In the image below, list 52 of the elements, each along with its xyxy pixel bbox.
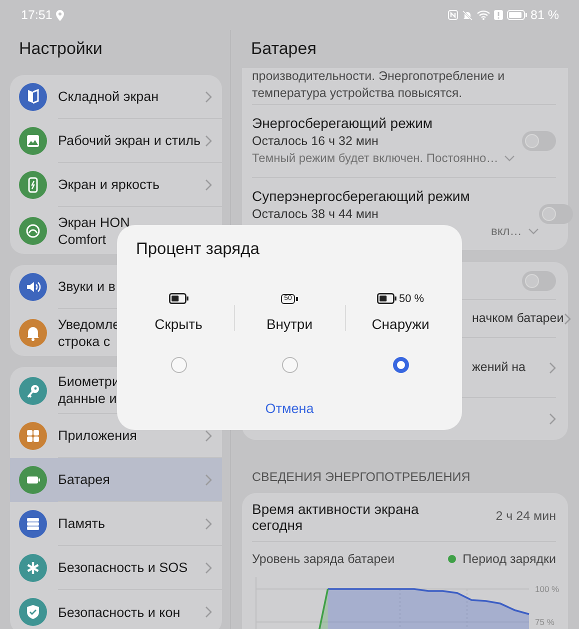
usage-title: Время активности экрана сегодня [252,500,420,533]
nfc-icon [448,10,458,20]
mute-bell-icon [462,10,472,20]
sidebar-item[interactable]: Рабочий экран и стиль [10,119,222,163]
legend-label: Период зарядки [462,550,556,568]
setting-label: жений на [472,360,526,374]
section-heading: СВЕДЕНИЯ ЭНЕРГОПОТРЕБЛЕНИЯ [251,469,472,486]
toggle-switch[interactable] [522,270,556,290]
battery-icon [168,293,188,304]
dialog-title: Процент заряда [135,239,260,260]
chart-title: Уровень заряда батареи [252,550,395,568]
radio-button[interactable] [170,356,186,373]
sidebar-item[interactable]: Складной экран [10,75,222,119]
sidebar-item[interactable]: Экран и яркость [10,163,222,207]
cancel-button[interactable]: Отмена [259,396,320,421]
setting-label: начком батареи [472,311,564,326]
option-label: Снаружи [372,314,430,334]
remaining-time: Осталось 16 ч 32 мин [252,133,380,150]
mode-description: вкл… [491,223,522,240]
radio-button[interactable] [282,356,298,373]
chevron-icon [549,413,556,425]
sidebar-item[interactable]: Память [10,502,222,546]
option-label: Скрыть [154,314,202,334]
chevron-icon [564,312,571,324]
chevron-down-icon [504,155,516,162]
remaining-time: Осталось 38 ч 44 мин [252,206,380,223]
tick-label: 100 % [535,584,560,594]
mode-description: Темный режим будет включен. Постоянно… [252,150,498,167]
page-title: Батарея [250,38,318,60]
tick-label: 75 % [535,616,554,626]
chevron-down-icon [528,228,539,235]
toggle-switch[interactable] [538,204,573,224]
battery-percent: 81 % [530,6,559,24]
page-title: Настройки [18,38,104,60]
sidebar-item[interactable]: Батарея [10,458,222,502]
sidebar-item[interactable]: Безопасность и SOS [10,546,222,590]
battery-percent: 50 % [398,292,424,306]
sidebar-item[interactable]: Безопасность и кон [10,590,222,629]
battery-icon [376,293,397,304]
usage-time: 2 ч 24 мин [496,508,556,526]
toggle-switch[interactable] [522,130,556,150]
option-label: Внутри [266,314,313,334]
alert-icon [494,10,502,20]
mode-title: Энергосберегающий режим [252,114,434,133]
location-icon [56,10,64,20]
chevron-icon [549,362,556,374]
battery-icon [506,10,526,20]
status-time: 17:51 [21,6,52,24]
wifi-icon [476,10,490,20]
mode-title: Суперэнергосберегающий режим [252,187,471,206]
description-text: производительности. Энергопотребление и температура устройства повысятся. [252,68,556,105]
radio-button[interactable] [392,356,408,373]
